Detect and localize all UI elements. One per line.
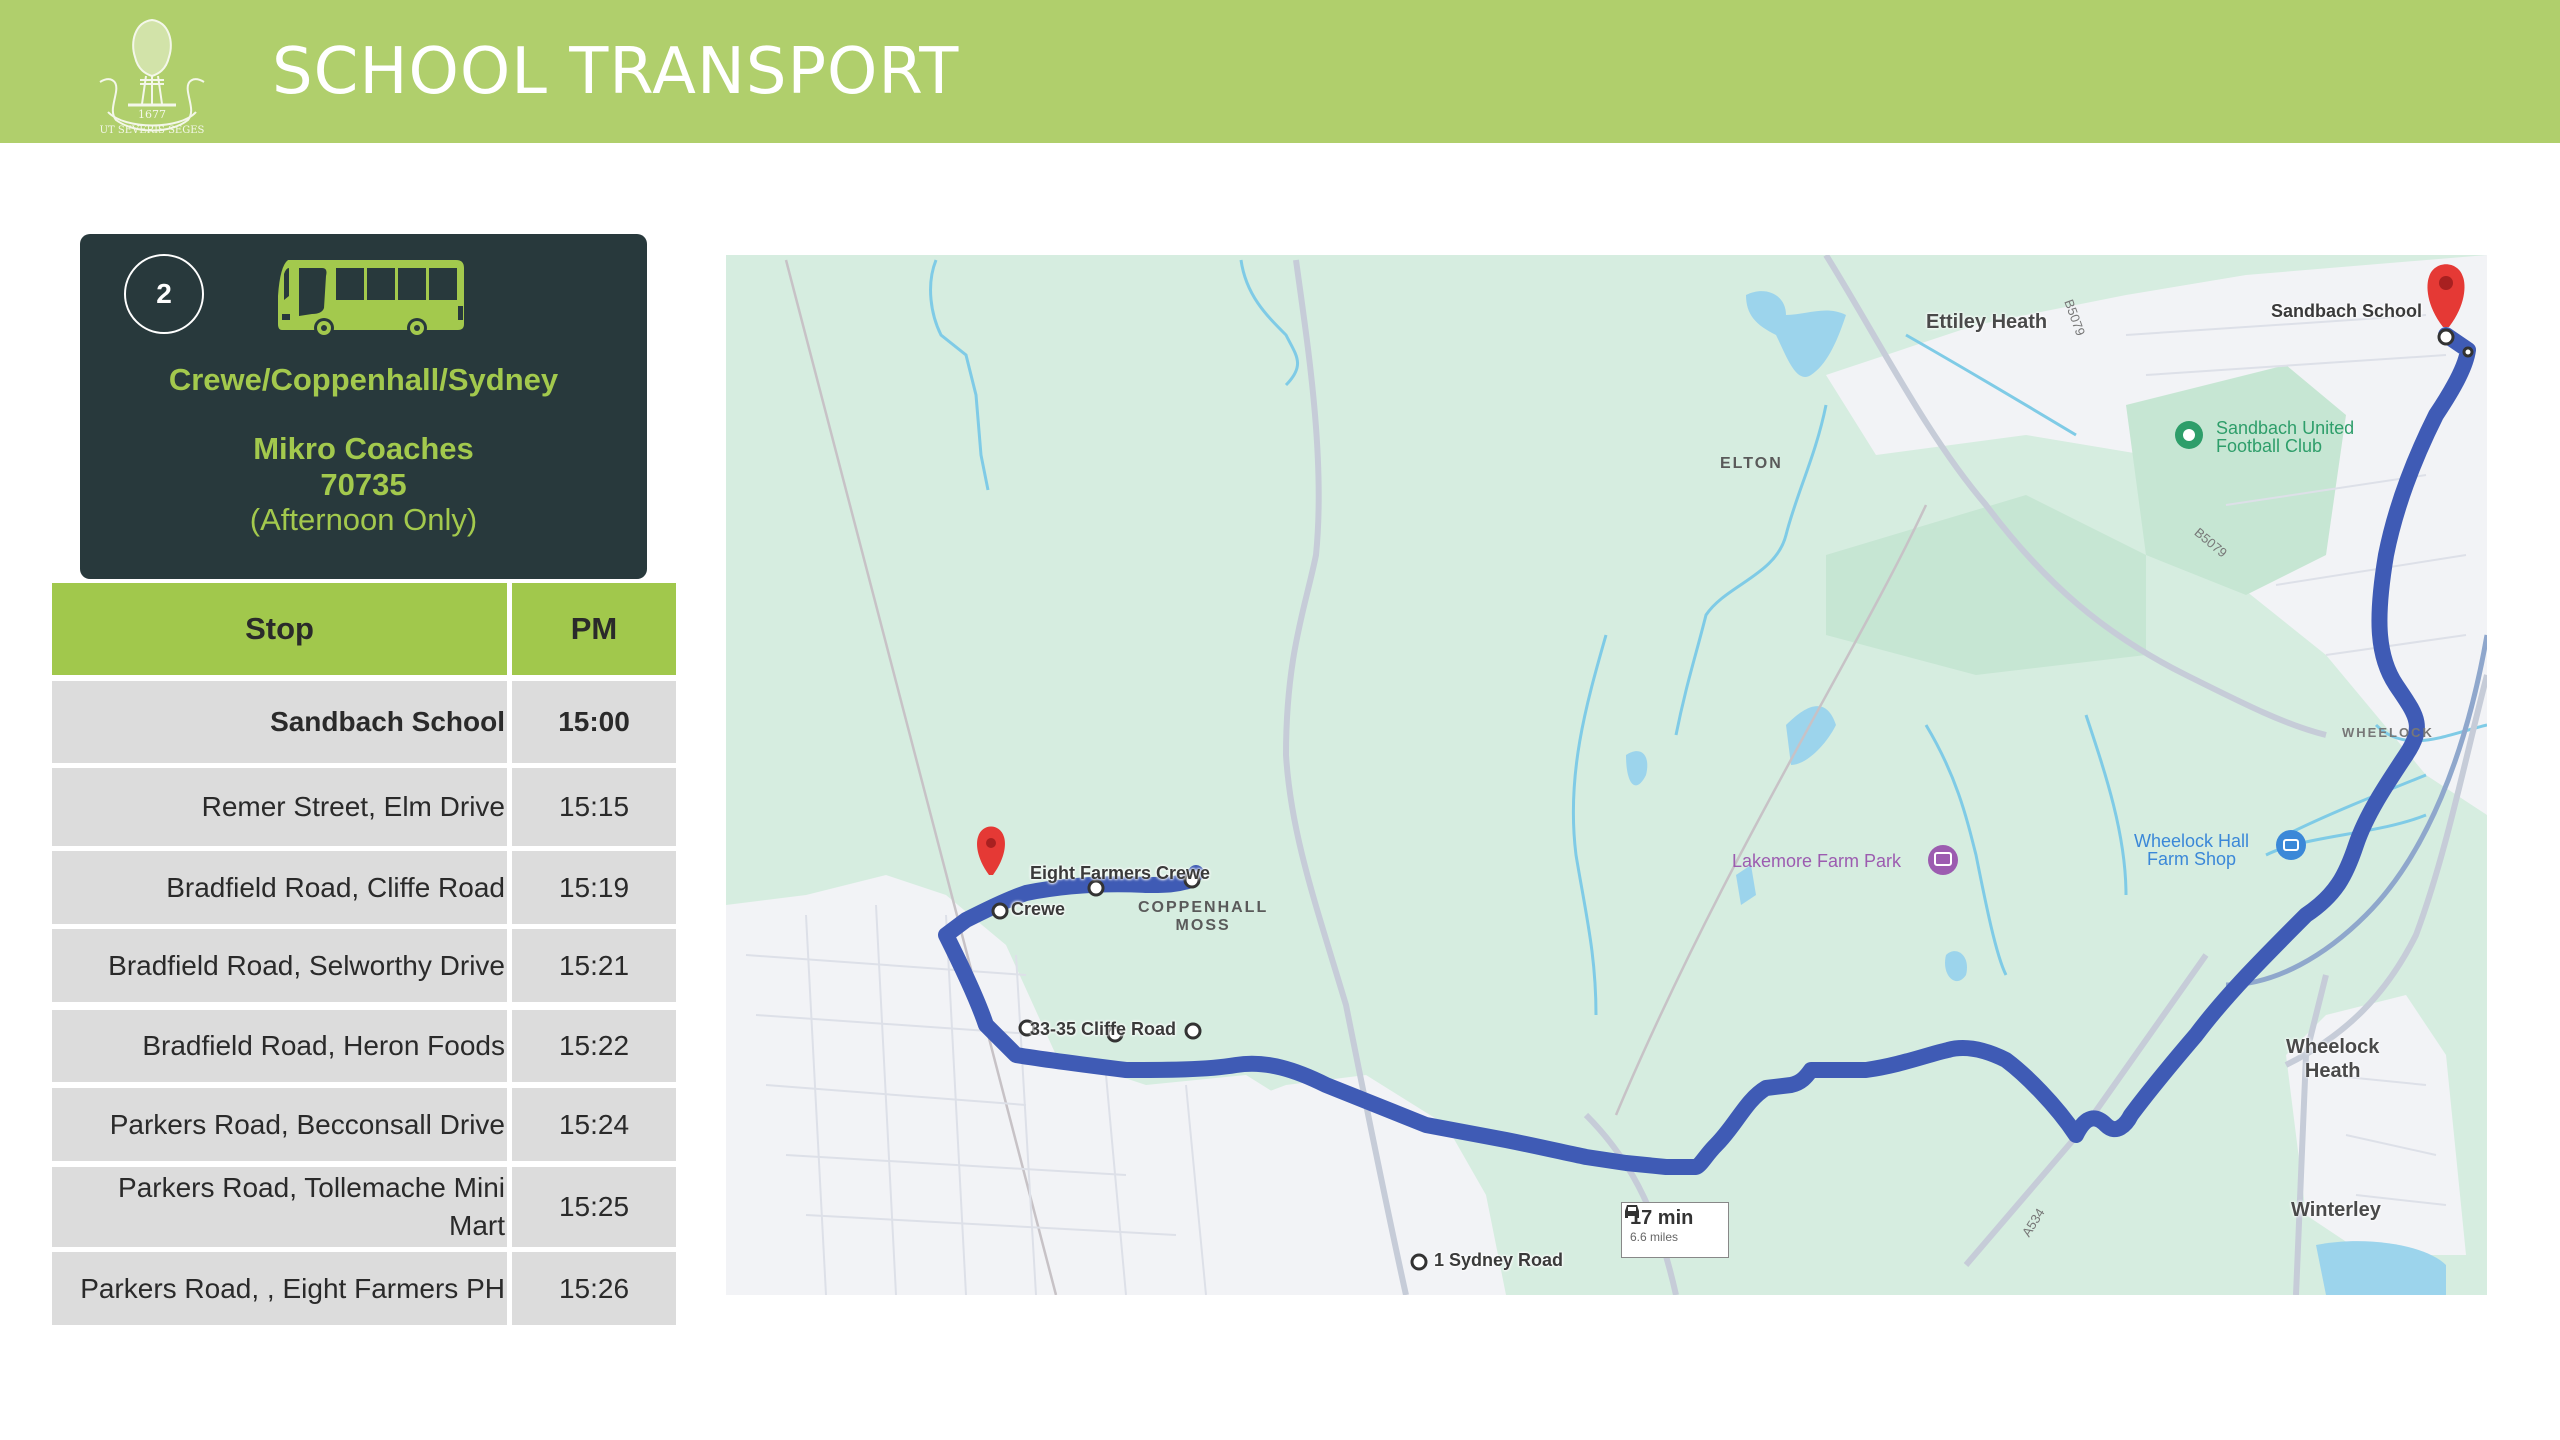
farm-shop-poi-icon[interactable]	[2276, 830, 2306, 860]
map-canvas	[726, 255, 2487, 1295]
farm-park-poi-icon[interactable]	[1928, 845, 1958, 875]
route-name: Crewe/Coppenhall/Sydney	[168, 362, 559, 397]
stop-time: 15:25	[512, 1167, 676, 1247]
stop-marker[interactable]	[2462, 346, 2474, 358]
crest-motto: UT SEVERIS SEGES	[100, 125, 205, 136]
page-title: SCHOOL TRANSPORT	[272, 35, 960, 109]
stop-name: Parkers Road, Tollemache Mini Mart	[52, 1167, 507, 1247]
stop-name: Bradfield Road, Heron Foods	[52, 1010, 507, 1082]
place-label: WHEELOCK	[2342, 725, 2434, 740]
route-info-card: 2 Crewe/Coppenhall/Sydney Mikro Coaches …	[80, 234, 647, 579]
stop-label-crewe[interactable]: Crewe	[1011, 899, 1065, 920]
column-header-pm: PM	[512, 583, 676, 675]
destination-pin-eight-farmers[interactable]	[977, 826, 1005, 876]
operator-name: Mikro Coaches	[253, 431, 474, 466]
stop-time: 15:26	[512, 1252, 676, 1325]
travel-time-callout[interactable]: 17 min 6.6 miles	[1621, 1202, 1729, 1258]
place-label: Wheelock Heath	[2286, 1036, 2380, 1082]
stop-name: Bradfield Road, Cliffe Road	[52, 851, 507, 924]
route-map[interactable]: Ettiley Heath ELTON COPPENHALL MOSS WHEEL…	[726, 255, 2487, 1295]
stop-name: Bradfield Road, Selworthy Drive	[52, 929, 507, 1002]
stop-marker[interactable]	[1410, 1253, 1428, 1271]
stop-marker[interactable]	[2437, 328, 2455, 346]
stop-label-cliffe-road[interactable]: 33-35 Cliffe Road	[1030, 1019, 1176, 1040]
stop-time: 15:19	[512, 851, 676, 924]
stop-marker[interactable]	[1184, 1022, 1202, 1040]
stop-name: Remer Street, Elm Drive	[52, 768, 507, 846]
poi-label-football-club[interactable]: Sandbach United Football Club	[2216, 419, 2354, 455]
place-label: ELTON	[1720, 455, 1783, 472]
travel-distance: 6.6 miles	[1630, 1230, 1679, 1244]
stop-time: 15:15	[512, 768, 676, 846]
stop-time: 15:24	[512, 1088, 676, 1161]
football-club-poi-icon[interactable]	[2175, 421, 2203, 449]
place-label: COPPENHALL MOSS	[1138, 899, 1269, 934]
stop-name: Parkers Road, Becconsall Drive	[52, 1088, 507, 1161]
header-banner: 1677 UT SEVERIS SEGES SCHOOL TRANSPORT	[0, 0, 2560, 143]
stop-marker[interactable]	[991, 902, 1009, 920]
column-header-stop: Stop	[52, 583, 507, 675]
stop-time: 15:22	[512, 1010, 676, 1082]
route-number-badge: 2	[124, 254, 204, 334]
service-number: 70735	[320, 467, 407, 502]
stop-label-eight-farmers-crewe[interactable]: Eight Farmers Crewe	[1030, 863, 1210, 884]
stop-time: 15:00	[512, 681, 676, 763]
place-label: Winterley	[2291, 1199, 2381, 1221]
service-note: (Afternoon Only)	[249, 502, 478, 537]
stop-time: 15:21	[512, 929, 676, 1002]
school-crest-logo: 1677 UT SEVERIS SEGES	[99, 18, 205, 136]
place-label: Ettiley Heath	[1926, 311, 2048, 333]
stop-label-sydney-road[interactable]: 1 Sydney Road	[1434, 1250, 1563, 1271]
bus-icon	[278, 260, 464, 336]
stop-name: Sandbach School	[52, 681, 507, 763]
stop-name: Parkers Road, , Eight Farmers PH	[52, 1252, 507, 1325]
crest-year: 1677	[138, 108, 166, 121]
car-icon	[1625, 1205, 1639, 1218]
stop-label-school[interactable]: Sandbach School	[2271, 301, 2422, 322]
poi-label-farm-shop[interactable]: Wheelock Hall Farm Shop	[2134, 832, 2249, 868]
poi-label-farm-park[interactable]: Lakemore Farm Park	[1732, 851, 1901, 872]
